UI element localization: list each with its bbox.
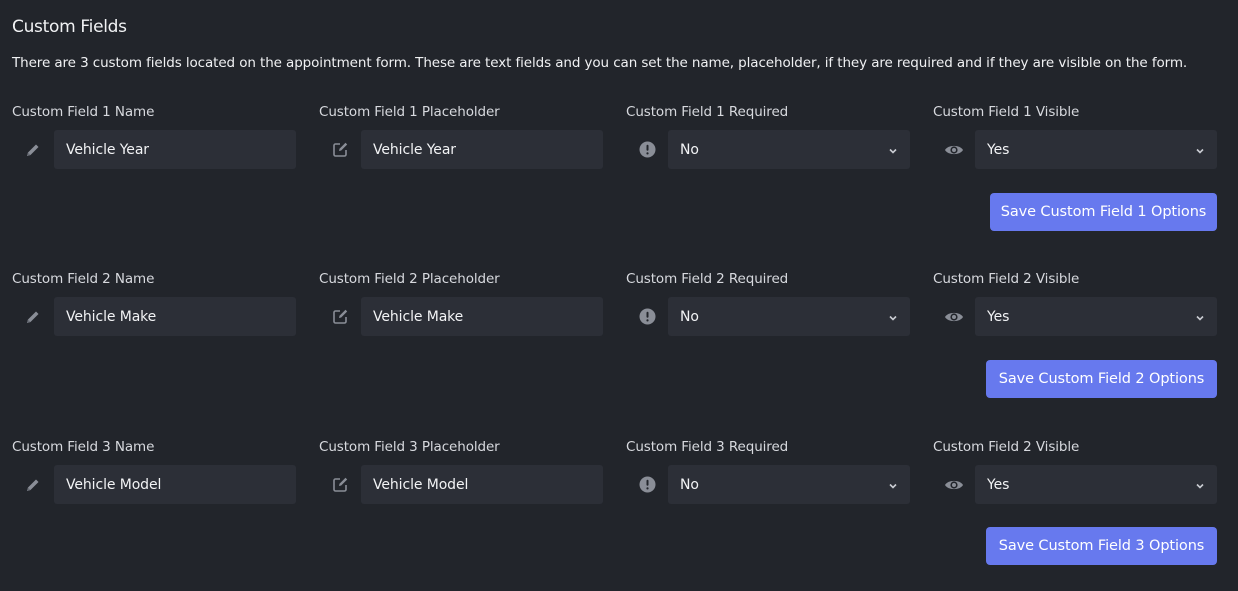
custom-field-3-visible-label: Custom Field 2 Visible <box>933 439 1080 455</box>
eye-icon <box>933 297 975 336</box>
save-custom-field-1-button[interactable]: Save Custom Field 1 Options <box>990 193 1217 231</box>
custom-field-1-required-label: Custom Field 1 Required <box>626 104 789 120</box>
pencil-icon <box>12 130 54 169</box>
custom-field-3-visible-value: Yes <box>987 476 1010 493</box>
custom-field-3-placeholder-label: Custom Field 3 Placeholder <box>319 439 500 455</box>
chevron-down-icon <box>888 144 898 160</box>
custom-field-2-required-label: Custom Field 2 Required <box>626 271 789 287</box>
custom-field-1-visible-value: Yes <box>987 141 1010 158</box>
custom-field-2-visible-label: Custom Field 2 Visible <box>933 271 1080 287</box>
edit-icon <box>319 465 361 504</box>
custom-field-1-name-label: Custom Field 1 Name <box>12 104 155 120</box>
save-custom-field-2-button[interactable]: Save Custom Field 2 Options <box>986 360 1217 398</box>
custom-fields-panel: Custom Fields There are 3 custom fields … <box>0 0 1238 591</box>
custom-field-2-visible-value: Yes <box>987 308 1010 325</box>
custom-field-2-group: Custom Field 2 Name Vehicle Make Custom … <box>0 271 1238 411</box>
custom-field-3-placeholder-input[interactable]: Vehicle Model <box>361 465 603 504</box>
custom-field-2-placeholder-field: Vehicle Make <box>319 297 603 336</box>
exclamation-circle-icon <box>626 465 668 504</box>
exclamation-circle-icon <box>626 130 668 169</box>
chevron-down-icon <box>888 479 898 495</box>
custom-field-3-visible-select[interactable]: Yes <box>975 465 1217 504</box>
pencil-icon <box>12 297 54 336</box>
eye-icon <box>933 130 975 169</box>
custom-field-1-required-field: No <box>626 130 910 169</box>
custom-field-2-required-field: No <box>626 297 910 336</box>
custom-field-2-required-value: No <box>680 308 699 325</box>
custom-field-2-required-select[interactable]: No <box>668 297 910 336</box>
edit-icon <box>319 130 361 169</box>
custom-field-2-name-field: Vehicle Make <box>12 297 296 336</box>
custom-field-1-name-field: Vehicle Year <box>12 130 296 169</box>
custom-field-2-name-label: Custom Field 2 Name <box>12 271 155 287</box>
custom-field-3-required-value: No <box>680 476 699 493</box>
custom-field-1-placeholder-label: Custom Field 1 Placeholder <box>319 104 500 120</box>
custom-field-2-name-input[interactable]: Vehicle Make <box>54 297 296 336</box>
custom-field-2-placeholder-input[interactable]: Vehicle Make <box>361 297 603 336</box>
edit-icon <box>319 297 361 336</box>
custom-field-2-placeholder-label: Custom Field 2 Placeholder <box>319 271 500 287</box>
custom-field-1-visible-label: Custom Field 1 Visible <box>933 104 1080 120</box>
custom-field-1-name-input[interactable]: Vehicle Year <box>54 130 296 169</box>
custom-field-3-name-input[interactable]: Vehicle Model <box>54 465 296 504</box>
custom-field-3-group: Custom Field 3 Name Vehicle Model Custom… <box>0 439 1238 579</box>
custom-field-1-required-select[interactable]: No <box>668 130 910 169</box>
custom-field-2-visible-select[interactable]: Yes <box>975 297 1217 336</box>
custom-field-3-name-label: Custom Field 3 Name <box>12 439 155 455</box>
custom-field-3-placeholder-field: Vehicle Model <box>319 465 603 504</box>
custom-field-3-required-field: No <box>626 465 910 504</box>
eye-icon <box>933 465 975 504</box>
chevron-down-icon <box>1195 144 1205 160</box>
custom-field-3-required-select[interactable]: No <box>668 465 910 504</box>
section-description: There are 3 custom fields located on the… <box>12 55 1188 71</box>
chevron-down-icon <box>1195 311 1205 327</box>
custom-field-1-visible-select[interactable]: Yes <box>975 130 1217 169</box>
custom-field-1-placeholder-field: Vehicle Year <box>319 130 603 169</box>
custom-field-3-required-label: Custom Field 3 Required <box>626 439 789 455</box>
custom-field-3-name-field: Vehicle Model <box>12 465 296 504</box>
custom-field-1-visible-field: Yes <box>933 130 1217 169</box>
chevron-down-icon <box>888 311 898 327</box>
custom-field-3-visible-field: Yes <box>933 465 1217 504</box>
section-title: Custom Fields <box>12 17 127 37</box>
exclamation-circle-icon <box>626 297 668 336</box>
save-custom-field-3-button[interactable]: Save Custom Field 3 Options <box>986 527 1217 565</box>
chevron-down-icon <box>1195 479 1205 495</box>
custom-field-1-group: Custom Field 1 Name Vehicle Year Custom … <box>0 104 1238 244</box>
pencil-icon <box>12 465 54 504</box>
custom-field-1-placeholder-input[interactable]: Vehicle Year <box>361 130 603 169</box>
custom-field-2-visible-field: Yes <box>933 297 1217 336</box>
custom-field-1-required-value: No <box>680 141 699 158</box>
